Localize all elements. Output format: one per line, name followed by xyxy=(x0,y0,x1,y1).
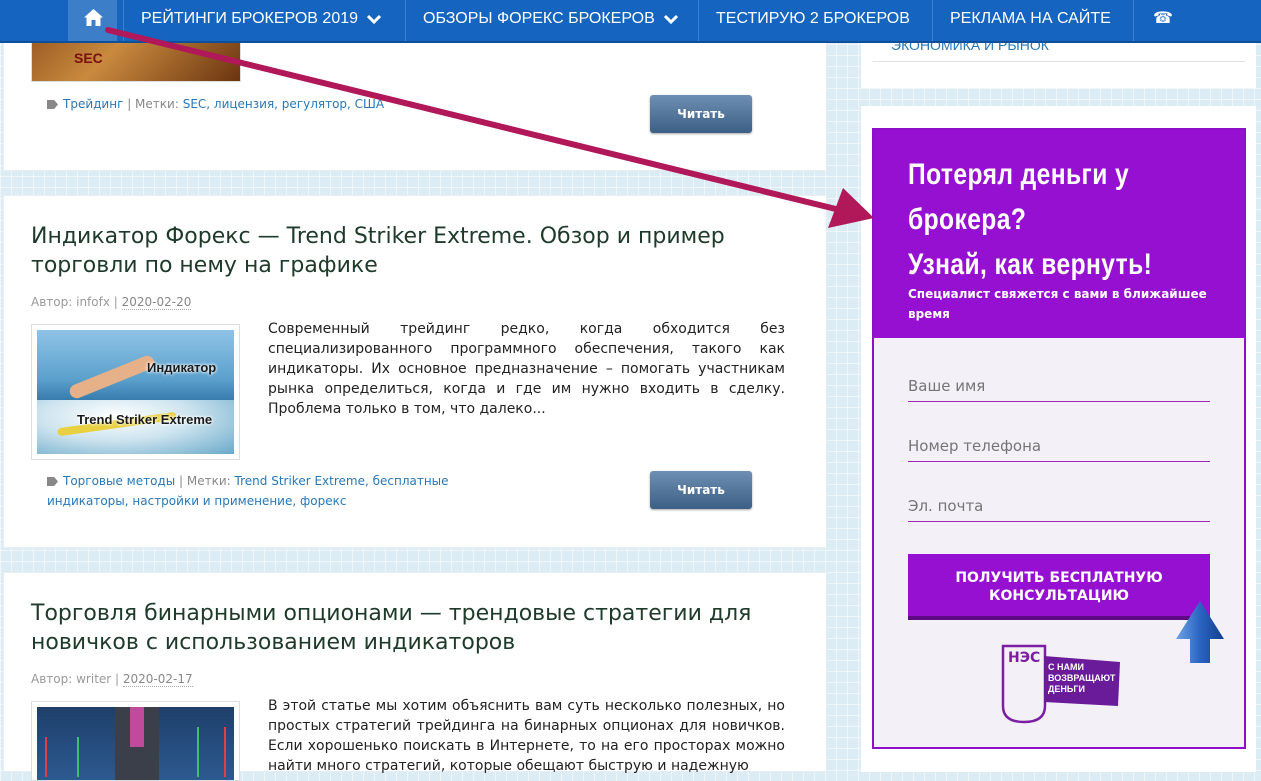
post-byline: Автор: infofx | 2020-02-20 xyxy=(31,295,192,310)
logo-letters: НЭС xyxy=(1008,650,1041,666)
form-header: Потерял деньги у брокера? Узнай, как вер… xyxy=(874,130,1244,338)
phone-field[interactable] xyxy=(908,431,1210,462)
main-nav: РЕЙТИНГИ БРОКЕРОВ 2019 ОБЗОРЫ ФОРЕКС БРО… xyxy=(0,0,1261,43)
post-meta: Трейдинг | Метки: SEC, лицензия, регулят… xyxy=(47,94,607,114)
post-excerpt: Современный трейдинг редко, когда обходи… xyxy=(268,321,785,417)
post-thumbnail[interactable]: Индикатор Trend Striker Extreme xyxy=(31,324,240,460)
tags-label: Метки: xyxy=(186,474,231,488)
post-card: Индикатор Форекс — Trend Striker Extreme… xyxy=(3,195,827,548)
nav-item-testing-brokers[interactable]: ТЕСТИРУЮ 2 БРОКЕРОВ xyxy=(698,0,927,41)
post-excerpt: В этой статье мы хотим объяснить вам сут… xyxy=(268,698,785,774)
tags-links[interactable]: SEC, лицензия, регулятор, США xyxy=(183,97,384,111)
tag-icon xyxy=(47,477,58,486)
form-subtitle: Специалист свяжется с вами в ближайшее в… xyxy=(908,287,1207,321)
scroll-to-top-icon[interactable] xyxy=(1176,601,1224,663)
category-link[interactable]: Торговые методы xyxy=(63,474,175,488)
post-title[interactable]: Индикатор Форекс — Trend Striker Extreme… xyxy=(31,222,771,280)
read-button[interactable]: Читать xyxy=(650,95,752,133)
author-label: Автор: xyxy=(31,672,73,686)
consultation-button[interactable]: ПОЛУЧИТЬ БЕСПЛАТНУЮ КОНСУЛЬТАЦИЮ xyxy=(908,554,1210,620)
author-name[interactable]: infofx xyxy=(76,295,110,309)
company-logo: НЭС С НАМИ ВОЗВРАЩАЮТ ДЕНЬГИ xyxy=(1000,644,1122,724)
divider xyxy=(873,61,1245,62)
tag-icon xyxy=(47,100,58,109)
post-title[interactable]: Торговля бинарными опционами — трендовые… xyxy=(31,599,771,657)
thumbnail-caption: SEC xyxy=(74,50,103,66)
nav-item-broker-ratings[interactable]: РЕЙТИНГИ БРОКЕРОВ 2019 xyxy=(123,0,398,41)
surfer-graphic xyxy=(67,353,157,401)
thumbnail-image xyxy=(37,707,234,780)
nav-item-advertising[interactable]: РЕКЛАМА НА САЙТЕ xyxy=(932,0,1128,41)
post-byline: Автор: writer | 2020-02-17 xyxy=(31,672,193,687)
form-title: Потерял деньги у брокера? Узнай, как вер… xyxy=(908,152,1170,287)
post-date: 2020-02-17 xyxy=(122,672,193,687)
tags-label: Метки: xyxy=(135,97,179,111)
nav-item-label: РЕЙТИНГИ БРОКЕРОВ 2019 xyxy=(141,10,359,27)
name-field[interactable] xyxy=(908,371,1210,402)
post-card: Торговля бинарными опционами — трендовые… xyxy=(3,572,827,781)
nav-item-forex-reviews[interactable]: ОБЗОРЫ ФОРЕКС БРОКЕРОВ xyxy=(405,0,695,41)
post-meta: Торговые методы | Метки: Trend Striker E… xyxy=(47,474,449,508)
form-title-line: брокера? xyxy=(908,203,1027,236)
nav-item-label: ТЕСТИРУЮ 2 БРОКЕРОВ xyxy=(716,10,910,27)
chevron-down-icon xyxy=(367,14,382,24)
tie-graphic xyxy=(130,707,144,747)
thumbnail-caption: Trend Striker Extreme xyxy=(77,412,213,427)
post-thumbnail[interactable] xyxy=(31,701,240,781)
email-field[interactable] xyxy=(908,491,1210,522)
nav-item-contact[interactable]: ☎ xyxy=(1133,0,1189,41)
post-date: 2020-02-20 xyxy=(121,295,192,310)
phone-icon: ☎ xyxy=(1153,10,1173,27)
form-title-line: Потерял деньги у xyxy=(908,158,1130,191)
chevron-down-icon xyxy=(664,14,679,24)
logo-text: С НАМИ ВОЗВРАЩАЮТ ДЕНЬГИ xyxy=(1048,662,1116,694)
author-name[interactable]: writer xyxy=(76,672,111,686)
nav-item-label: РЕКЛАМА НА САЙТЕ xyxy=(950,10,1111,27)
form-title-line: Узнай, как вернуть! xyxy=(908,248,1153,281)
candlestick-graphic xyxy=(45,737,79,777)
author-label: Автор: xyxy=(31,295,73,309)
thumbnail-image: Индикатор Trend Striker Extreme xyxy=(37,330,234,454)
nav-item-label: ОБЗОРЫ ФОРЕКС БРОКЕРОВ xyxy=(423,10,655,27)
category-link[interactable]: Трейдинг xyxy=(63,97,123,111)
home-button[interactable] xyxy=(68,0,117,41)
read-button[interactable]: Читать xyxy=(650,471,752,509)
thumbnail-caption: Индикатор xyxy=(147,360,217,375)
candlestick-graphic xyxy=(197,727,226,777)
home-icon xyxy=(84,9,103,26)
